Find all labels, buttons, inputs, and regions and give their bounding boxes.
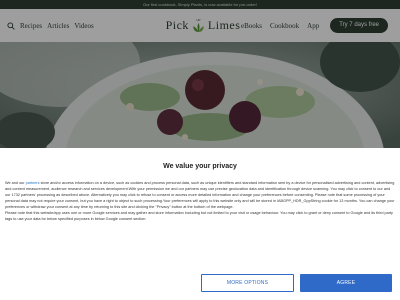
agree-button[interactable]: AGREE (300, 274, 392, 292)
more-options-button[interactable]: MORE OPTIONS (201, 274, 294, 292)
consent-p1-start: We and our (5, 181, 25, 185)
consent-p1-end: store and/or access information on a dev… (5, 181, 395, 210)
consent-title: We value your privacy (163, 163, 237, 170)
consent-p2: Please note that this website/app uses o… (5, 211, 393, 222)
consent-text: We and our partners store and/or access … (5, 180, 395, 222)
partners-link[interactable]: partners (26, 181, 40, 185)
